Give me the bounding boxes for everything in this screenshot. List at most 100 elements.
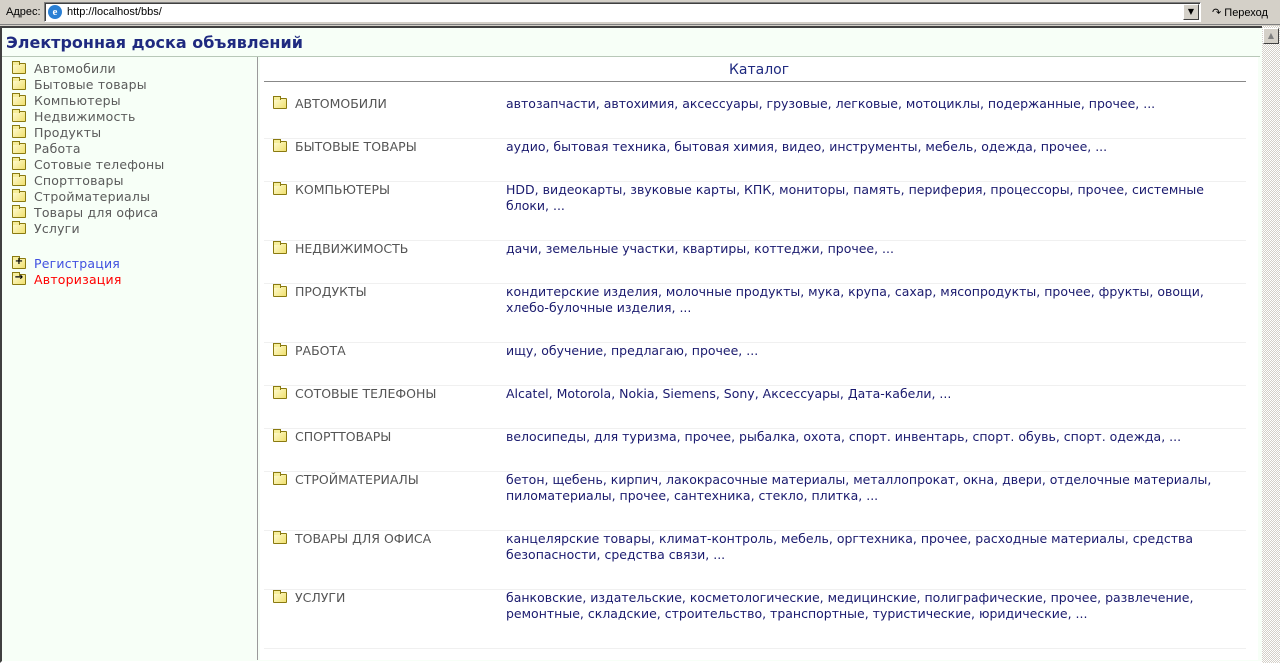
subcategory-links[interactable]: Alcatel, Motorola, Nokia, Siemens, Sony,… xyxy=(506,386,1241,402)
category-link[interactable]: ПРОДУКТЫ xyxy=(273,284,367,299)
folder-icon xyxy=(12,92,26,106)
sidebar-item[interactable]: Автомобили xyxy=(12,60,116,76)
category-name: РАБОТА xyxy=(295,343,346,358)
category-name: СОТОВЫЕ ТЕЛЕФОНЫ xyxy=(295,386,437,401)
catalog-row: СТРОЙМАТЕРИАЛЫ бетон, щебень, кирпич, лак… xyxy=(264,472,1246,531)
subcategory-links[interactable]: ищу, обучение, предлагаю, прочее, ... xyxy=(506,343,1241,359)
sidebar-item[interactable]: Недвижимость xyxy=(12,108,136,124)
folder-icon xyxy=(273,182,287,195)
sidebar-item-label: Продукты xyxy=(34,124,102,140)
catalog-row: СОТОВЫЕ ТЕЛЕФОНЫ Alcatel, Motorola, Nokia… xyxy=(264,386,1246,429)
category-name: ПРОДУКТЫ xyxy=(295,284,367,299)
folder-icon xyxy=(12,188,26,202)
subcategory-links[interactable]: банковские, издательские, косметологичес… xyxy=(506,590,1241,622)
subcategory-links[interactable]: велосипеды, для туризма, прочее, рыбалка… xyxy=(506,429,1241,445)
vertical-scrollbar[interactable] xyxy=(1262,26,1280,663)
catalog-row: КОМПЬЮТЕРЫ HDD, видеокарты, звуковые карт… xyxy=(264,182,1246,241)
category-name: СТРОЙМАТЕРИАЛЫ xyxy=(295,472,419,487)
folder-icon xyxy=(12,108,26,122)
sidebar-item[interactable]: Работа xyxy=(12,140,81,156)
subcategory-links[interactable]: HDD, видеокарты, звуковые карты, КПК, мо… xyxy=(506,182,1241,214)
url-text: http://localhost/bbs/ xyxy=(67,6,162,18)
sidebar-item[interactable]: Услуги xyxy=(12,220,80,236)
sidebar: Автомобили Бытовые товары Компьютеры Недвиж… xyxy=(2,57,258,660)
category-link[interactable]: УСЛУГИ xyxy=(273,590,345,605)
go-label: Переход xyxy=(1224,7,1268,19)
category-link[interactable]: АВТОМОБИЛИ xyxy=(273,96,387,111)
url-input[interactable]: e http://localhost/bbs/ ▼ xyxy=(44,2,1201,22)
folder-icon xyxy=(12,172,26,186)
catalog-row: СПОРТТОВАРЫ велосипеды, для туризма, проч… xyxy=(264,429,1246,472)
category-name: СПОРТТОВАРЫ xyxy=(295,429,392,444)
go-button[interactable]: ↷ Переход xyxy=(1206,2,1278,22)
category-link[interactable]: СПОРТТОВАРЫ xyxy=(273,429,391,444)
sidebar-item-label: Сотовые телефоны xyxy=(34,156,165,172)
sidebar-login-link[interactable]: → Авторизация xyxy=(12,271,122,287)
sidebar-item[interactable]: Спорттовары xyxy=(12,172,124,188)
folder-icon xyxy=(12,76,26,90)
folder-icon xyxy=(273,284,287,297)
sidebar-item-label: Бытовые товары xyxy=(34,76,147,92)
sidebar-item[interactable]: Продукты xyxy=(12,124,101,140)
divider xyxy=(264,81,1246,82)
catalog-row: ПРОДУКТЫ кондитерские изделия, молочные п… xyxy=(264,284,1246,343)
catalog-row: НЕДВИЖИМОСТЬ дачи, земельные участки, ква… xyxy=(264,241,1246,284)
category-name: УСЛУГИ xyxy=(295,590,346,605)
sidebar-item-label: Спорттовары xyxy=(34,172,124,188)
sidebar-item-label: Товары для офиса xyxy=(34,204,159,220)
subcategory-links[interactable]: аудио, бытовая техника, бытовая химия, в… xyxy=(506,139,1241,155)
folder-icon xyxy=(12,60,26,74)
subcategory-links[interactable]: дачи, земельные участки, квартиры, котте… xyxy=(506,241,1241,257)
sidebar-item[interactable]: Товары для офиса xyxy=(12,204,158,220)
folder-icon xyxy=(12,156,26,170)
folder-icon xyxy=(273,429,287,442)
folder-icon xyxy=(273,343,287,356)
dropdown-arrow-icon[interactable]: ▼ xyxy=(1183,4,1199,20)
category-link[interactable]: РАБОТА xyxy=(273,343,346,358)
category-link[interactable]: БЫТОВЫЕ ТОВАРЫ xyxy=(273,139,417,154)
catalog-row: РАБОТА ищу, обучение, предлагаю, прочее, … xyxy=(264,343,1246,386)
subcategory-links[interactable]: канцелярские товары, климат-контроль, ме… xyxy=(506,531,1241,563)
plus-folder-icon: + xyxy=(12,255,26,269)
sidebar-item-label: Компьютеры xyxy=(34,92,121,108)
address-label: Адрес: xyxy=(6,6,41,18)
catalog-row: УСЛУГИ банковские, издательские, косметол… xyxy=(264,590,1246,649)
sidebar-item[interactable]: Стройматериалы xyxy=(12,188,150,204)
folder-icon xyxy=(273,139,287,152)
folder-icon xyxy=(273,241,287,254)
category-name: АВТОМОБИЛИ xyxy=(295,96,387,111)
category-link[interactable]: КОМПЬЮТЕРЫ xyxy=(273,182,390,197)
address-bar: Адрес: e http://localhost/bbs/ ▼ ↷ Перех… xyxy=(0,0,1280,25)
category-name: КОМПЬЮТЕРЫ xyxy=(295,182,391,197)
category-link[interactable]: ТОВАРЫ ДЛЯ ОФИСА xyxy=(273,531,431,546)
link-label: Регистрация xyxy=(34,255,121,271)
catalog-title: Каталог xyxy=(728,62,790,78)
site-title: Электронная доска объявлений xyxy=(6,33,303,52)
scroll-up-icon[interactable]: ▲ xyxy=(1263,28,1279,44)
folder-icon xyxy=(273,96,287,109)
sidebar-item[interactable]: Бытовые товары xyxy=(12,76,147,92)
category-link[interactable]: НЕДВИЖИМОСТЬ xyxy=(273,241,408,256)
sidebar-item-label: Недвижимость xyxy=(34,108,136,124)
folder-icon xyxy=(273,531,287,544)
catalog: Каталог АВТОМОБИЛИ автозапчасти, автохими… xyxy=(260,57,1258,660)
sidebar-item[interactable]: Сотовые телефоны xyxy=(12,156,164,172)
category-name: БЫТОВЫЕ ТОВАРЫ xyxy=(295,139,417,154)
link-label: Авторизация xyxy=(34,271,122,287)
category-link[interactable]: СОТОВЫЕ ТЕЛЕФОНЫ xyxy=(273,386,436,401)
ie-page-icon: e xyxy=(48,5,62,19)
folder-icon xyxy=(12,204,26,218)
subcategory-links[interactable]: бетон, щебень, кирпич, лакокрасочные мат… xyxy=(506,472,1241,504)
category-name: ТОВАРЫ ДЛЯ ОФИСА xyxy=(295,531,432,546)
folder-icon xyxy=(12,220,26,234)
folder-icon xyxy=(273,472,287,485)
sidebar-item[interactable]: Компьютеры xyxy=(12,92,121,108)
catalog-row: БЫТОВЫЕ ТОВАРЫ аудио, бытовая техника, бы… xyxy=(264,139,1246,182)
sidebar-register-link[interactable]: + Регистрация xyxy=(12,255,120,271)
folder-icon xyxy=(12,140,26,154)
sidebar-item-label: Работа xyxy=(34,140,81,156)
subcategory-links[interactable]: автозапчасти, автохимия, аксессуары, гру… xyxy=(506,96,1241,112)
folder-icon xyxy=(273,590,287,603)
category-link[interactable]: СТРОЙМАТЕРИАЛЫ xyxy=(273,472,419,487)
subcategory-links[interactable]: кондитерские изделия, молочные продукты,… xyxy=(506,284,1241,316)
